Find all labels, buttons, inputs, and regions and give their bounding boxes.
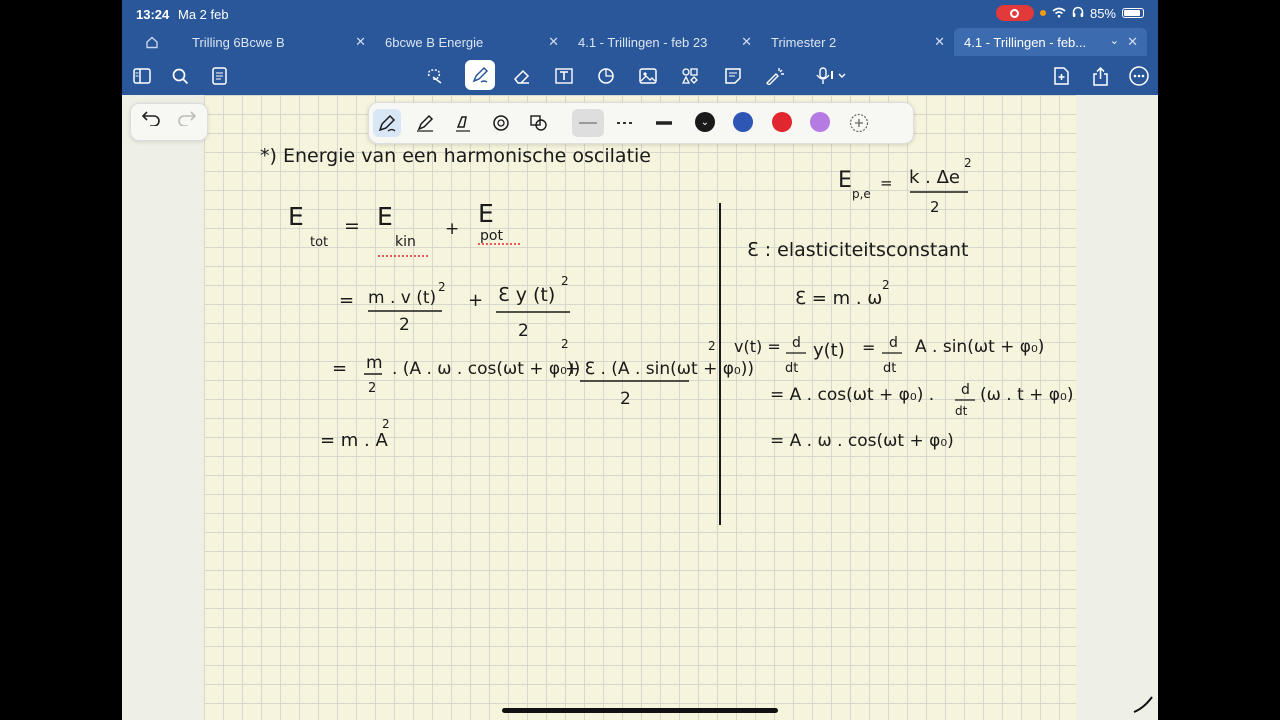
undo-redo-group: [130, 103, 208, 141]
velocity-lhs: v(t) =: [734, 337, 781, 356]
ipad-screen: 13:24 Ma 2 feb 85% Trilling 6Bcwe B ✕ 6b…: [122, 0, 1158, 720]
position-term: + ℇ . (A . sin(ωt + φ₀)): [565, 359, 754, 379]
superscript-2: 2: [708, 339, 716, 353]
energy-result: = m . A: [320, 430, 389, 451]
velocity-term: . (A . ω . cos(ωt + φ₀)): [392, 359, 580, 379]
velocity-result: = A . ω . cos(ωt + φ₀): [770, 431, 954, 451]
superscript-2: 2: [882, 278, 890, 292]
e-kin-sub: kin: [395, 234, 416, 250]
color-red-swatch[interactable]: [772, 112, 792, 132]
superscript-2: 2: [438, 280, 446, 294]
ball-pen-icon[interactable]: [411, 109, 439, 137]
e-pot: E: [478, 199, 494, 228]
derivative-step: = A . cos(ωt + φ₀) .: [770, 385, 934, 405]
d-operator: d: [792, 335, 801, 351]
phase-derivative: (ω . t + φ₀): [980, 385, 1073, 405]
ep-sub: p,e: [852, 187, 871, 201]
color-purple-swatch[interactable]: [810, 112, 830, 132]
mass-numerator: m: [366, 353, 383, 373]
equals: =: [880, 174, 893, 192]
equals: =: [339, 290, 354, 311]
e-tot: E: [288, 202, 304, 231]
undo-icon[interactable]: [141, 110, 161, 132]
color-blue-swatch[interactable]: [733, 112, 753, 132]
e-kin: E: [377, 202, 393, 231]
potential-numerator: ℇ y (t): [498, 284, 555, 306]
fountain-pen-icon[interactable]: [373, 109, 401, 137]
position-denominator: 2: [620, 389, 631, 409]
redo-icon[interactable]: [177, 110, 197, 132]
ep-denominator: 2: [930, 198, 940, 216]
ep-numerator: k . Δe: [909, 167, 960, 188]
color-black-swatch[interactable]: ⌄: [695, 112, 715, 132]
e-tot-sub: tot: [310, 235, 328, 250]
position-function: y(t): [813, 340, 845, 361]
ep-lhs: E: [838, 168, 852, 193]
page-curl-icon: [1133, 696, 1153, 713]
dt-operator: dt: [883, 361, 896, 376]
d-operator: d: [961, 382, 970, 398]
highlighter-icon[interactable]: [487, 109, 515, 137]
elasticity-definition: ℇ : elasticiteitsconstant: [747, 239, 968, 261]
potential-denominator: 2: [518, 321, 529, 341]
d-operator: d: [889, 335, 898, 351]
pen-palette: ⌄: [368, 102, 914, 144]
shape-pen-icon[interactable]: [525, 109, 553, 137]
epsilon-formula: ℇ = m . ω: [795, 288, 882, 309]
kinetic-denominator: 2: [399, 315, 410, 335]
notes-heading: *) Energie van een harmonische oscilatie: [260, 145, 651, 167]
line-thick-option[interactable]: [648, 109, 680, 137]
superscript-2: 2: [561, 274, 569, 288]
position-expression: A . sin(ωt + φ₀): [915, 337, 1044, 357]
equals: =: [862, 338, 875, 357]
superscript-2: 2: [561, 337, 569, 351]
home-indicator[interactable]: [502, 708, 778, 713]
e-pot-sub: pot: [480, 228, 503, 244]
equals: =: [344, 215, 360, 237]
dt-operator: dt: [785, 361, 798, 376]
plus: +: [445, 219, 459, 239]
line-thin-option[interactable]: [572, 109, 604, 137]
superscript-2: 2: [964, 156, 972, 170]
kinetic-numerator: m . v (t): [368, 288, 436, 308]
mass-denominator: 2: [368, 381, 376, 396]
superscript-2: 2: [382, 417, 390, 431]
dt-operator: dt: [955, 404, 968, 418]
plus: +: [468, 290, 483, 311]
brush-pen-icon[interactable]: [449, 109, 477, 137]
line-dashed-option[interactable]: [610, 109, 642, 137]
equals: =: [332, 358, 347, 379]
add-color-icon[interactable]: [845, 109, 873, 137]
